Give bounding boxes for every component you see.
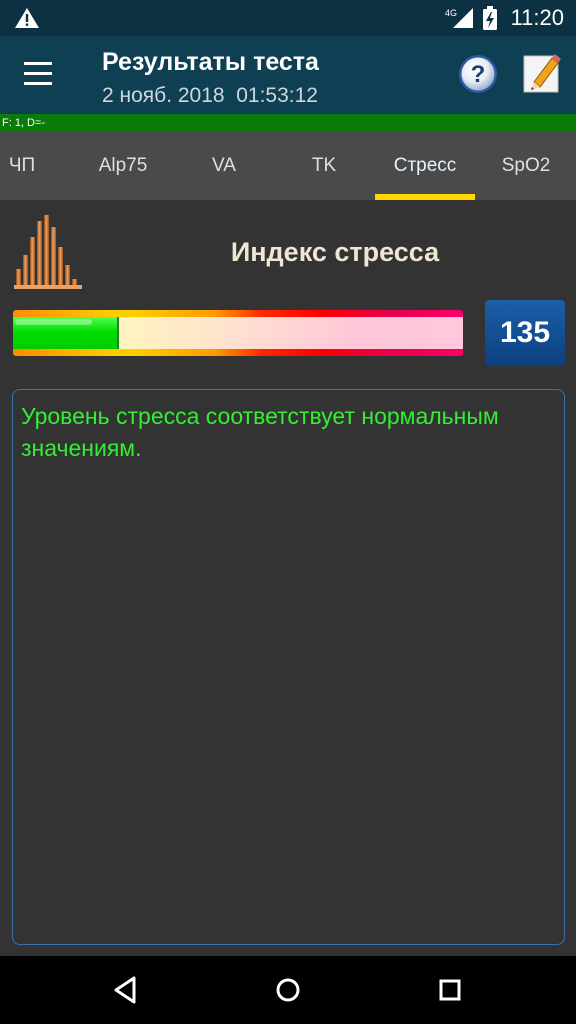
tab-alp75[interactable]: Alp75	[73, 132, 173, 200]
tab-va[interactable]: VA	[174, 132, 274, 200]
stress-index-value: 135	[485, 300, 565, 366]
help-icon[interactable]: ?	[458, 54, 498, 94]
gauge-track	[13, 317, 463, 349]
tab-tk[interactable]: TK	[274, 132, 374, 200]
test-datetime: 2 нояб. 2018 01:53:12	[102, 84, 318, 107]
edit-note-icon[interactable]	[520, 52, 562, 96]
svg-text:?: ?	[471, 61, 486, 88]
gauge-highlight	[15, 319, 92, 325]
app-bar: Результаты теста 2 нояб. 2018 01:53:12 ?	[0, 36, 576, 114]
navigation-bar	[0, 956, 576, 1024]
battery-charging-icon	[482, 6, 497, 30]
home-icon[interactable]	[266, 968, 310, 1012]
recents-icon[interactable]	[428, 968, 472, 1012]
cellular-signal-icon: 4G	[445, 8, 473, 28]
tab-bar: ЧП Alp75 VA TK Стресс SpO2	[0, 132, 576, 200]
active-tab-indicator	[375, 194, 475, 200]
menu-icon[interactable]	[24, 62, 54, 88]
result-box: Уровень стресса соответствует нормальным…	[12, 389, 565, 945]
warning-icon	[15, 8, 39, 28]
tab-chp[interactable]: ЧП	[0, 132, 72, 200]
section-title: Индекс стресса	[230, 237, 440, 267]
network-type: 4G	[445, 8, 457, 18]
info-line: F: 1, D=-	[0, 114, 576, 132]
tab-spo2[interactable]: SpO2	[476, 132, 576, 200]
back-icon[interactable]	[104, 968, 148, 1012]
clock: 11:20	[510, 5, 564, 30]
tab-stress[interactable]: Стресс	[375, 132, 475, 200]
page-title: Результаты теста	[102, 48, 319, 76]
result-text: Уровень стресса соответствует нормальным…	[21, 403, 499, 461]
status-bar: 4G 11:20	[0, 0, 576, 36]
stress-gauge	[13, 310, 463, 356]
